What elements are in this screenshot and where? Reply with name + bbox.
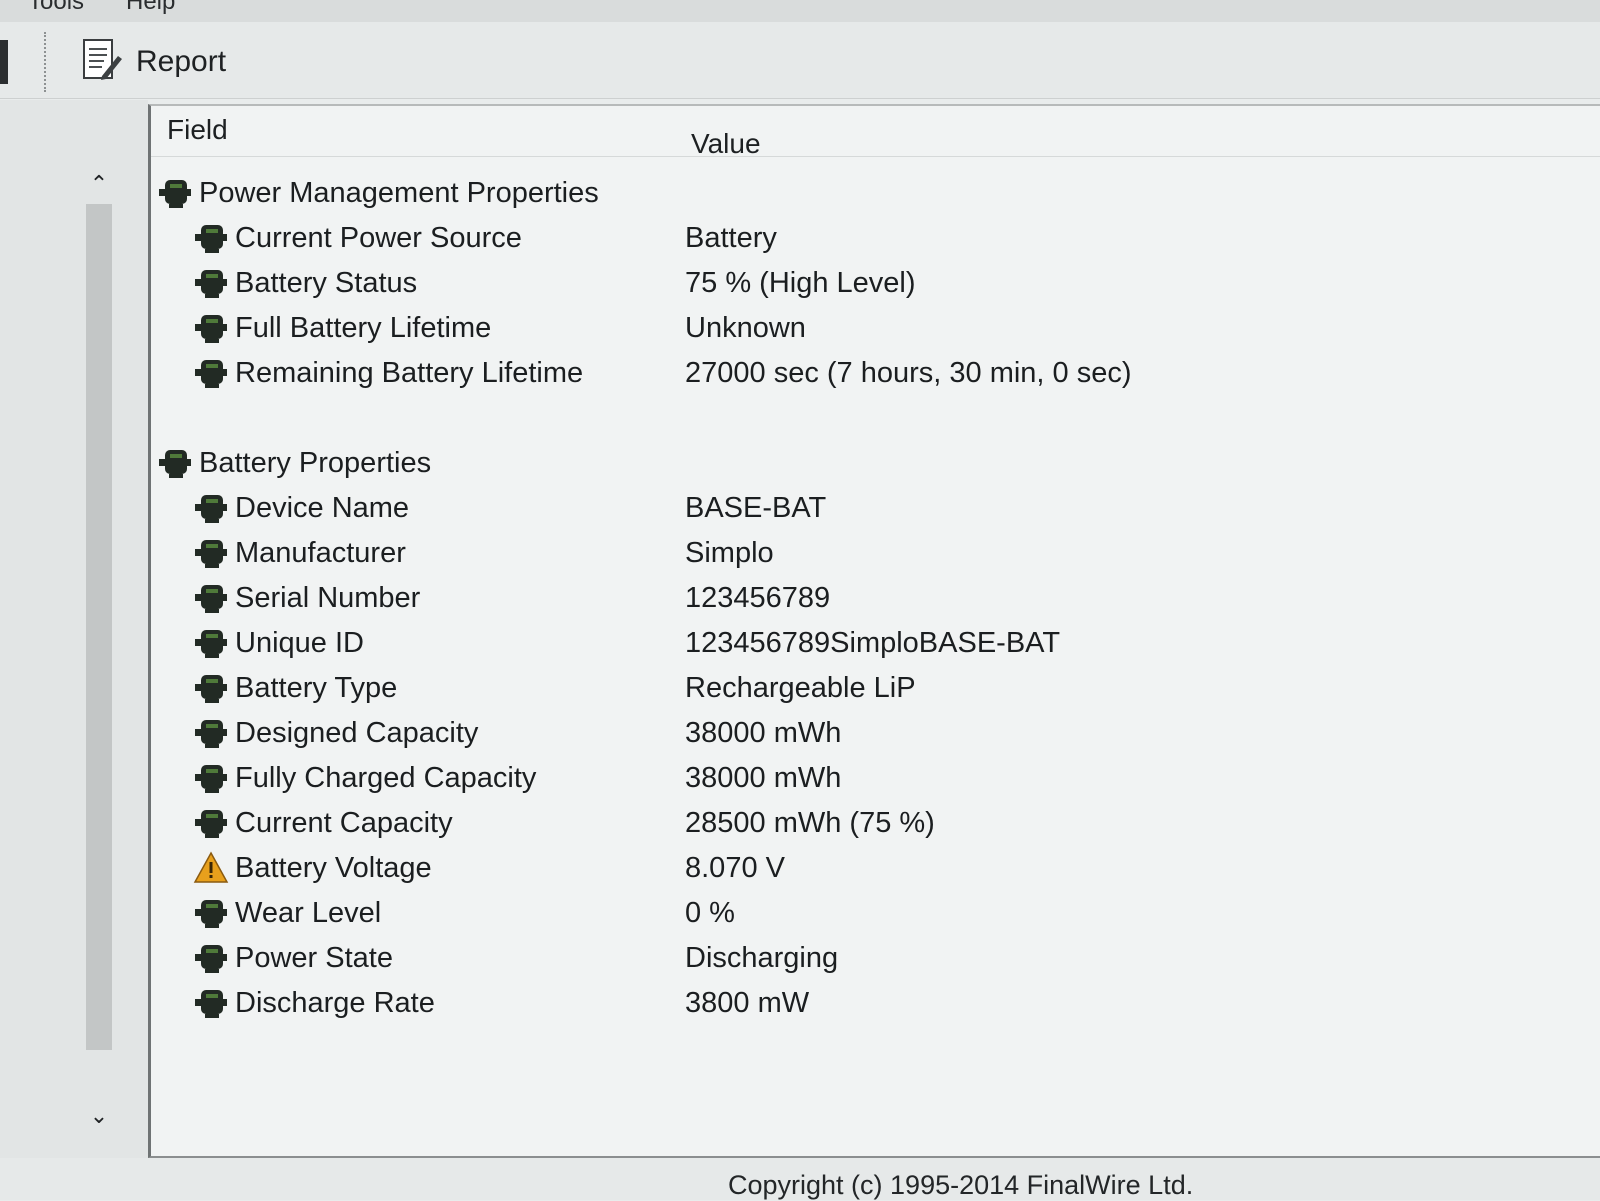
battery-computer-icon: [193, 356, 229, 390]
battery-computer-icon: [193, 266, 229, 300]
field-label: Designed Capacity: [235, 716, 479, 749]
field-value: Rechargeable LiP: [685, 672, 916, 704]
battery-computer-icon: [193, 221, 229, 255]
list-item[interactable]: Serial Number: [193, 577, 420, 619]
field-value: 123456789: [685, 582, 831, 614]
menu-bar: Tools Help: [0, 0, 1600, 23]
section-header[interactable]: Battery Properties: [157, 442, 431, 484]
status-bar: Copyright (c) 1995-2014 FinalWire Ltd.: [0, 1158, 1600, 1200]
list-item[interactable]: Wear Level: [193, 892, 381, 934]
field-value: 8.070 V: [685, 852, 785, 884]
list-item[interactable]: Battery Status: [193, 262, 417, 304]
field-label: Power State: [235, 941, 393, 974]
field-label: Device Name: [235, 491, 410, 524]
list-item[interactable]: Remaining Battery Lifetime: [193, 352, 583, 394]
list-item[interactable]: Discharge Rate: [193, 982, 435, 1024]
field-label: Full Battery Lifetime: [235, 311, 492, 344]
field-label: Battery Status: [235, 266, 418, 299]
list-item[interactable]: Power State: [193, 937, 393, 979]
toolbar: Report: [0, 22, 1600, 99]
properties-list: Field Value Power Management Properties C…: [148, 104, 1600, 1158]
field-label: Manufacturer: [235, 536, 406, 569]
field-value: Battery: [685, 222, 777, 254]
battery-computer-icon: [193, 761, 229, 795]
field-value: 27000 sec (7 hours, 30 min, 0 sec): [685, 357, 1132, 389]
section-header[interactable]: Power Management Properties: [157, 172, 599, 214]
battery-computer-icon: [193, 491, 229, 525]
field-label: Battery Voltage: [235, 851, 432, 884]
section-title: Power Management Properties: [199, 176, 599, 209]
field-value: 75 % (High Level): [685, 267, 916, 299]
field-label: Wear Level: [235, 896, 382, 929]
battery-computer-icon: [193, 626, 229, 660]
battery-computer-icon: [193, 716, 229, 750]
list-item[interactable]: Fully Charged Capacity: [193, 757, 536, 799]
battery-computer-icon: [193, 536, 229, 570]
field-label: Battery Type: [235, 671, 398, 704]
field-value: 3800 mW: [685, 987, 810, 1019]
list-item[interactable]: Designed Capacity: [193, 712, 478, 754]
field-value: Simplo: [685, 537, 774, 569]
battery-computer-icon: [193, 311, 229, 345]
field-value: 28500 mWh (75 %): [685, 807, 935, 839]
column-header-field[interactable]: Field: [167, 108, 687, 152]
scroll-up-arrow-icon[interactable]: ⌃: [86, 170, 112, 198]
toolbar-grip[interactable]: [44, 32, 50, 92]
field-value: Unknown: [685, 312, 806, 344]
warning-icon: [193, 851, 229, 885]
list-item[interactable]: Full Battery Lifetime: [193, 307, 491, 349]
field-label: Remaining Battery Lifetime: [235, 356, 584, 389]
copyright-text: Copyright (c) 1995-2014 FinalWire Ltd.: [728, 1170, 1194, 1200]
menu-tools[interactable]: Tools: [28, 0, 84, 16]
column-header-value[interactable]: Value: [691, 122, 1511, 166]
list-item[interactable]: Battery Type: [193, 667, 397, 709]
report-button[interactable]: Report: [72, 34, 234, 90]
field-label: Unique ID: [235, 626, 364, 659]
header-divider: [151, 156, 1600, 157]
battery-computer-icon: [193, 896, 229, 930]
list-item[interactable]: Current Power Source: [193, 217, 522, 259]
field-value: BASE-BAT: [685, 492, 827, 524]
left-tree-pane: [0, 100, 148, 1200]
field-value: Discharging: [685, 942, 839, 974]
battery-computer-icon: [157, 446, 193, 480]
list-item[interactable]: Device Name: [193, 487, 409, 529]
list-item[interactable]: Battery Voltage: [193, 847, 432, 889]
battery-computer-icon: [193, 671, 229, 705]
battery-computer-icon: [193, 806, 229, 840]
field-label: Discharge Rate: [235, 986, 435, 1019]
field-value: 38000 mWh: [685, 717, 842, 749]
section-title: Battery Properties: [199, 446, 432, 479]
vertical-scrollbar[interactable]: ⌃ ⌄: [76, 168, 120, 1134]
battery-computer-icon: [193, 986, 229, 1020]
scrollbar-thumb[interactable]: [86, 204, 112, 1050]
battery-computer-icon: [193, 581, 229, 615]
field-value: 0 %: [685, 897, 735, 929]
scroll-down-arrow-icon[interactable]: ⌄: [86, 1102, 112, 1130]
menu-help[interactable]: Help: [126, 0, 175, 16]
report-label: Report: [136, 45, 227, 78]
battery-computer-icon: [193, 941, 229, 975]
list-item[interactable]: Manufacturer: [193, 532, 406, 574]
field-value: 123456789SimploBASE-BAT: [685, 627, 1061, 659]
list-item[interactable]: Current Capacity: [193, 802, 453, 844]
field-value: 38000 mWh: [685, 762, 842, 794]
field-label: Serial Number: [235, 581, 421, 614]
battery-computer-icon: [157, 176, 193, 210]
field-label: Fully Charged Capacity: [235, 761, 537, 794]
field-label: Current Power Source: [235, 221, 522, 254]
list-item[interactable]: Unique ID: [193, 622, 364, 664]
field-label: Current Capacity: [235, 806, 453, 839]
report-icon: [80, 36, 124, 89]
toolbar-left-edge: [0, 40, 8, 84]
